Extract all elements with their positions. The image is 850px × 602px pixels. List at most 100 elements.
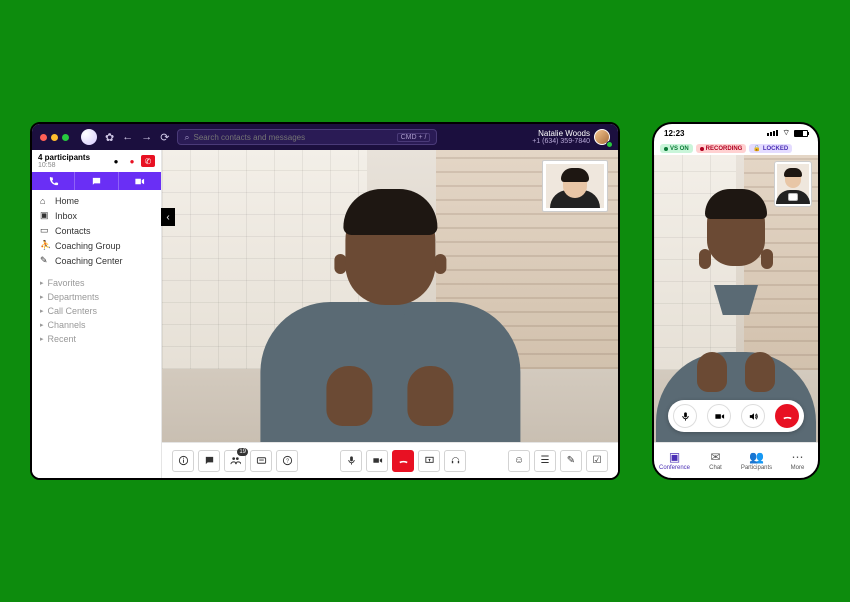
traffic-lights [40, 134, 69, 141]
mobile-call-controls [668, 400, 804, 432]
mobile-mic-button[interactable] [673, 404, 697, 428]
toolbar-group-left: 19 ? [172, 450, 298, 472]
desktop-window: ✿ ← → ⟳ ⌕ CMD + / Natalie Woods +1 (634)… [30, 122, 620, 480]
participants-button[interactable]: 19 [224, 450, 246, 472]
pill-recording: RECORDING [696, 144, 747, 153]
info-button[interactable] [172, 450, 194, 472]
tab-calls[interactable] [32, 172, 75, 190]
participants-count: 4 participants [38, 153, 90, 162]
list-button[interactable]: ☰ [534, 450, 556, 472]
user-avatar[interactable] [594, 129, 610, 145]
check-button[interactable]: ☑ [586, 450, 608, 472]
video-stage [162, 150, 618, 442]
sidebar-tabs [32, 172, 161, 190]
nav-back-icon[interactable]: ← [122, 131, 133, 143]
mobile-tab-more[interactable]: ⋯More [777, 443, 818, 478]
chat-button[interactable] [198, 450, 220, 472]
mobile-speaker-button[interactable] [741, 404, 765, 428]
titlebar: ✿ ← → ⟳ ⌕ CMD + / Natalie Woods +1 (634)… [32, 124, 618, 150]
conference-icon: ▣ [669, 450, 680, 464]
more-icon: ⋯ [792, 450, 804, 464]
nav-label: Coaching Group [55, 241, 121, 251]
participants-badge: 19 [237, 448, 248, 456]
mobile-tab-conference[interactable]: ▣Conference [654, 443, 695, 478]
close-dot[interactable] [40, 134, 47, 141]
mobile-tab-participants[interactable]: 👥Participants [736, 443, 777, 478]
call-timer: 10:58 [38, 162, 90, 169]
mobile-video-button[interactable] [707, 404, 731, 428]
section-favorites[interactable]: Favorites [32, 276, 161, 290]
mobile-clock: 12:23 [664, 129, 684, 138]
nav-label: Coaching Center [55, 256, 123, 266]
signal-icon [767, 130, 778, 136]
main-participant [230, 173, 549, 442]
video-button[interactable] [366, 450, 388, 472]
emoji-button[interactable]: ☺ [508, 450, 530, 472]
tab-messages[interactable] [75, 172, 118, 190]
participants-row: 4 participants 10:58 ● ● ✆ [32, 150, 161, 172]
main-area: ‹ 19 ? [162, 150, 618, 478]
zoom-dot[interactable] [62, 134, 69, 141]
home-icon: ⌂ [40, 196, 50, 206]
nav-coaching-center[interactable]: ✎ Coaching Center [32, 253, 161, 268]
help-button[interactable]: ? [276, 450, 298, 472]
hangup-button[interactable] [392, 450, 414, 472]
participants-icon: 👥 [749, 450, 764, 464]
mic-mini-icon[interactable]: ● [109, 155, 123, 167]
pill-vs-on: VS ON [660, 144, 693, 153]
section-channels[interactable]: Channels [32, 318, 161, 332]
nav-label: Inbox [55, 211, 77, 221]
tab-video[interactable] [119, 172, 161, 190]
apps-button[interactable] [250, 450, 272, 472]
user-phone: +1 (634) 359-7840 [532, 138, 590, 145]
mobile-window: 12:23 ⌔ VS ON RECORDING 🔒LOCKED ▣C [652, 122, 820, 480]
call-toolbar: 19 ? ☺ ☰ ✎ ☑ [162, 442, 618, 478]
settings-icon[interactable]: ✿ [105, 131, 114, 144]
headset-button[interactable] [444, 450, 466, 472]
section-recent[interactable]: Recent [32, 332, 161, 346]
nav-coaching-group[interactable]: ⛹ Coaching Group [32, 238, 161, 253]
minimize-dot[interactable] [51, 134, 58, 141]
wifi-icon: ⌔ [782, 128, 790, 138]
nav-label: Home [55, 196, 79, 206]
nav-label: Contacts [55, 226, 91, 236]
group-icon: ⛹ [40, 240, 50, 251]
mobile-video-stage [654, 155, 818, 442]
hangup-mini-button[interactable]: ✆ [141, 155, 155, 167]
collapse-sidebar-button[interactable]: ‹ [161, 208, 175, 226]
edit-icon: ✎ [40, 255, 50, 266]
contacts-icon: ▭ [40, 225, 50, 236]
mobile-tabbar: ▣Conference ✉Chat 👥Participants ⋯More [654, 442, 818, 478]
mobile-statusbar: 12:23 ⌔ [654, 124, 818, 142]
toolbar-group-center [340, 450, 466, 472]
mobile-hangup-button[interactable] [775, 404, 799, 428]
annotate-button[interactable]: ✎ [560, 450, 582, 472]
user-name: Natalie Woods [532, 129, 590, 138]
user-box[interactable]: Natalie Woods +1 (634) 359-7840 [532, 129, 610, 145]
mobile-status-pills: VS ON RECORDING 🔒LOCKED [654, 142, 818, 155]
search-input[interactable] [193, 133, 392, 142]
nav-home[interactable]: ⌂ Home [32, 194, 161, 208]
pill-locked: 🔒LOCKED [749, 144, 792, 153]
mobile-tab-chat[interactable]: ✉Chat [695, 443, 736, 478]
record-mini-icon[interactable]: ● [125, 155, 139, 167]
section-departments[interactable]: Departments [32, 290, 161, 304]
pip-thumbnail[interactable] [542, 160, 608, 212]
section-callcenters[interactable]: Call Centers [32, 304, 161, 318]
nav-contacts[interactable]: ▭ Contacts [32, 223, 161, 238]
svg-text:?: ? [285, 458, 288, 464]
mobile-pip[interactable] [774, 161, 812, 207]
nav-list: ⌂ Home ▣Inbox ▭ Contacts ⛹ Coaching Group ✎… [32, 190, 161, 272]
refresh-icon[interactable]: ⟳ [160, 131, 169, 144]
nav-inbox[interactable]: ▣Inbox [32, 208, 161, 223]
lock-icon: 🔒 [753, 145, 760, 152]
share-button[interactable] [418, 450, 440, 472]
app-logo [81, 129, 97, 145]
chat-icon: ✉ [710, 450, 720, 464]
toolbar-group-right: ☺ ☰ ✎ ☑ [508, 450, 608, 472]
mic-button[interactable] [340, 450, 362, 472]
section-list: Favorites Departments Call Centers Chann… [32, 272, 161, 350]
camera-icon [788, 193, 798, 201]
nav-forward-icon[interactable]: → [141, 131, 152, 143]
search-bar[interactable]: ⌕ CMD + / [177, 129, 437, 145]
